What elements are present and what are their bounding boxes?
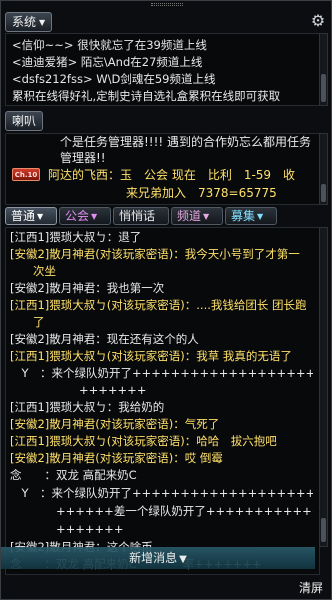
- system-message: <dsfs212fss> W\D剑魂在59频道上线: [12, 72, 216, 86]
- chat-window: 系统 ▼ ⚙ <信仰~~> 很快就忘了在39频道上线 <迪迪爱猪> 陌忘\And在…: [0, 0, 332, 600]
- chat-message: [江西1]猥琐大叔ㄅ(对该玩家密语)：哈哈 拔六抱吧: [10, 434, 277, 448]
- chevron-down-icon: ▼: [203, 212, 210, 221]
- chat-message: Y ：来个绿队奶开了+++++++++++++++++++++++++: [21, 366, 313, 380]
- tab-whisper-label: 悄悄话: [119, 209, 156, 223]
- chat-log: [江西1]猥琐大叔ㄅ：退了 [安徽2]散月神君(对该玩家密语)：我今天小号到了才…: [5, 227, 320, 575]
- channel-badge: Ch.10: [12, 168, 40, 181]
- tab-recruit-label: 募集: [231, 209, 256, 223]
- chat-message: [安徽2]散月神君(对该玩家密语)：气死了: [10, 417, 220, 431]
- system-message: <迪迪爱猪> 陌忘\And在27频道上线: [12, 55, 203, 69]
- scrollbar-thumb[interactable]: [321, 518, 326, 542]
- gear-icon[interactable]: ⚙: [309, 12, 327, 30]
- chat-message: [江西1]猥琐大叔ㄅ(对该玩家密语)：我草 我真的无语了: [10, 349, 292, 363]
- system-message: 累积在线得好礼,定制史诗自选礼盒累积在线即可获取: [12, 89, 281, 103]
- tab-whisper[interactable]: 悄悄话▼: [113, 207, 169, 237]
- tab-system[interactable]: 系统 ▼: [5, 12, 53, 32]
- horn-message-line: 阿达的飞西：玉 公会 现在 比利 1-59 收: [48, 168, 296, 182]
- chevron-down-icon: ▼: [39, 18, 46, 27]
- horn-scrollbar[interactable]: [319, 133, 328, 205]
- tab-guild-label: 公会: [65, 209, 90, 223]
- chat-message: +++++++: [10, 383, 147, 397]
- tab-horn-label: 喇叭: [12, 114, 37, 128]
- clear-screen-button[interactable]: 清屏: [299, 579, 323, 596]
- chat-message: [安徽2]散月神君：我也第一次: [10, 281, 165, 295]
- chat-message: [江西1]猥琐大叔ㄅ：退了: [10, 230, 142, 244]
- drag-handle[interactable]: [151, 3, 183, 6]
- tab-normal[interactable]: 普通 ▼: [5, 207, 57, 225]
- chat-message: +++++++: [10, 522, 124, 536]
- tab-system-label: 系统: [12, 15, 37, 29]
- horn-message-panel: 个是任务管理器!!!! 遇到的合作奶忘么都用任务 管理器!! Ch.10 阿达的…: [5, 133, 320, 205]
- chat-message: [安徽2]散月神君(对该玩家密语)：我今天小号到了才第一: [10, 247, 300, 261]
- tab-horn[interactable]: 喇叭: [5, 111, 44, 131]
- tab-normal-label: 普通: [11, 209, 36, 223]
- chevron-down-icon: ▼: [179, 554, 187, 565]
- chat-message: [江西1]猥琐大叔ㄅ：我给奶的: [10, 400, 165, 414]
- chat-message: ++++++差一个绿队奶开了++++++++++++++: [10, 504, 313, 518]
- chat-message: 念 ：双龙 高配来奶C: [10, 468, 137, 482]
- tab-recruit[interactable]: 募集 ▼: [225, 207, 277, 225]
- system-message: <信仰~~> 很快就忘了在39频道上线: [12, 38, 207, 52]
- chevron-down-icon: ▼: [257, 212, 264, 221]
- chat-message: 了: [10, 315, 45, 329]
- scrollbar-thumb[interactable]: [321, 184, 326, 202]
- tab-channel-label: 频道: [177, 209, 202, 223]
- chevron-down-icon: ▼: [37, 212, 44, 221]
- tab-guild[interactable]: 公会 ▼: [59, 207, 111, 225]
- tab-channel[interactable]: 频道 ▼: [171, 207, 223, 225]
- chat-message: [江西1]猥琐大叔ㄅ(对该玩家密语)：....我钱给团长 团长跑: [10, 298, 307, 312]
- horn-message-line: 来兄弟加入 7378=65775: [126, 186, 277, 200]
- new-message-label: 新增消息: [129, 551, 178, 565]
- system-scrollbar[interactable]: [319, 33, 328, 106]
- chat-message: [安徽2]散月神君：现在还有这个的人: [10, 332, 199, 346]
- horn-message-line: 管理器!!: [60, 151, 106, 165]
- chevron-down-icon: ▼: [91, 212, 98, 221]
- chat-message: [安徽2]散月神君(对该玩家密语)：哎 倒霉: [10, 451, 223, 465]
- new-message-button[interactable]: 新增消息 ▼: [1, 547, 315, 569]
- chat-message: Y ：来个绿队奶开了+++++++++++++++++++++++++: [21, 486, 313, 500]
- chat-scrollbar[interactable]: [319, 227, 328, 547]
- horn-message-line: 个是任务管理器!!!! 遇到的合作奶忘么都用任务: [60, 135, 312, 149]
- chat-message: 次坐: [10, 264, 56, 278]
- scrollbar-thumb[interactable]: [321, 74, 326, 102]
- system-message-panel: <信仰~~> 很快就忘了在39频道上线 <迪迪爱猪> 陌忘\And在27频道上线…: [5, 33, 320, 106]
